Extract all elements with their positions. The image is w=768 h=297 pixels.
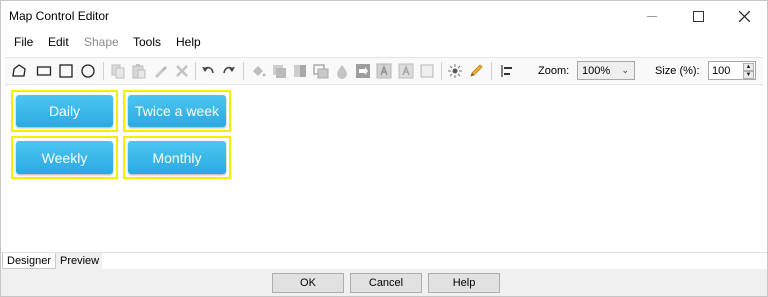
tile-frame-daily[interactable]: Daily [11,90,118,132]
tile-twice-a-week[interactable]: Twice a week [128,95,226,127]
shadow-button[interactable] [269,61,289,81]
text-style-button[interactable] [396,61,416,81]
paste-button[interactable] [129,61,149,81]
undo-button[interactable] [198,61,218,81]
toolbar-separator [243,62,244,80]
image-icon [356,64,370,78]
tile-monthly[interactable]: Monthly [128,141,226,174]
menu-file[interactable]: File [14,35,33,49]
image-button[interactable] [353,61,373,81]
rectangle-icon [36,66,52,76]
pencil-icon [470,64,483,77]
size-increment-button[interactable]: ▲ [743,63,754,71]
toolbar-separator [441,62,442,80]
design-canvas[interactable]: Daily Twice a week Weekly Monthly [1,85,767,251]
rectangle-tool-button[interactable] [34,61,54,81]
delete-button[interactable] [172,61,192,81]
close-button[interactable] [721,1,767,31]
square-tool-button[interactable] [56,61,76,81]
circle-icon [81,64,95,78]
tab-preview[interactable]: Preview [56,253,102,269]
ok-button[interactable]: OK [272,273,344,293]
text-button[interactable] [374,61,394,81]
size-value: 100 [712,65,731,77]
layer-button[interactable] [311,61,331,81]
window-title: Map Control Editor [9,9,110,23]
opacity-button[interactable] [332,61,352,81]
view-tabs: Designer Preview [1,252,767,270]
tile-frame-twice-a-week[interactable]: Twice a week [123,90,231,132]
tab-designer[interactable]: Designer [2,253,56,269]
dialog-footer: OK Cancel Help [1,269,767,296]
menu-edit[interactable]: Edit [48,35,69,49]
border-icon [420,64,434,78]
minimize-icon [647,15,657,17]
chevron-down-icon: ⌄ [621,65,629,75]
zoom-value: 100% [582,65,611,77]
copy-icon [111,64,125,79]
maximize-icon [692,10,704,22]
maximize-button[interactable] [675,1,721,31]
align-button[interactable] [497,61,517,81]
toolbar-separator [491,62,492,80]
undo-icon [202,66,214,74]
square-icon [59,64,73,78]
tile-frame-weekly[interactable]: Weekly [11,136,118,179]
menu-help[interactable]: Help [176,35,201,49]
polygon-icon [12,64,26,77]
size-decrement-button[interactable]: ▼ [743,71,754,79]
menu-tools[interactable]: Tools [133,35,161,49]
tile-daily[interactable]: Daily [16,95,113,127]
brush-icon [155,66,167,78]
editor-window: Map Control Editor File Edit Shape Tools… [0,0,768,297]
copy-button[interactable] [108,61,128,81]
close-icon [738,10,750,22]
zoom-select[interactable]: 100% ⌄ [577,61,635,80]
gradient-button[interactable] [290,61,310,81]
tile-frame-monthly[interactable]: Monthly [123,136,231,179]
toolbar: Zoom: 100% ⌄ Size (%): 100 ▲ ▼ [5,57,763,85]
gradient-icon [294,65,306,77]
pencil-button[interactable] [466,61,486,81]
format-painter-button[interactable] [150,61,170,81]
polygon-tool-button[interactable] [9,61,29,81]
paint-bucket-icon [253,66,266,77]
paste-icon [132,64,146,79]
size-label: Size (%): [655,65,700,77]
text-style-icon [398,63,414,79]
sparkle-icon [448,64,462,78]
shadow-icon [273,65,286,78]
toolbar-separator [103,62,104,80]
delete-icon [176,65,188,77]
fill-button[interactable] [248,61,268,81]
minimize-button[interactable] [629,1,675,31]
layers-icon [313,64,329,79]
help-button[interactable]: Help [428,273,500,293]
zoom-label: Zoom: [538,65,570,77]
toolbar-separator [195,62,196,80]
circle-tool-button[interactable] [78,61,98,81]
size-input[interactable]: 100 ▲ ▼ [708,61,756,80]
border-button[interactable] [417,61,437,81]
title-bar: Map Control Editor [1,1,767,31]
text-icon [376,63,392,79]
redo-button[interactable] [219,61,239,81]
menu-shape[interactable]: Shape [84,35,119,49]
menu-bar: File Edit Shape Tools Help [1,31,767,52]
redo-icon [223,66,235,74]
drop-icon [337,65,347,79]
align-icon [501,65,512,77]
effects-button[interactable] [445,61,465,81]
tile-weekly[interactable]: Weekly [16,141,113,174]
cancel-button[interactable]: Cancel [350,273,422,293]
